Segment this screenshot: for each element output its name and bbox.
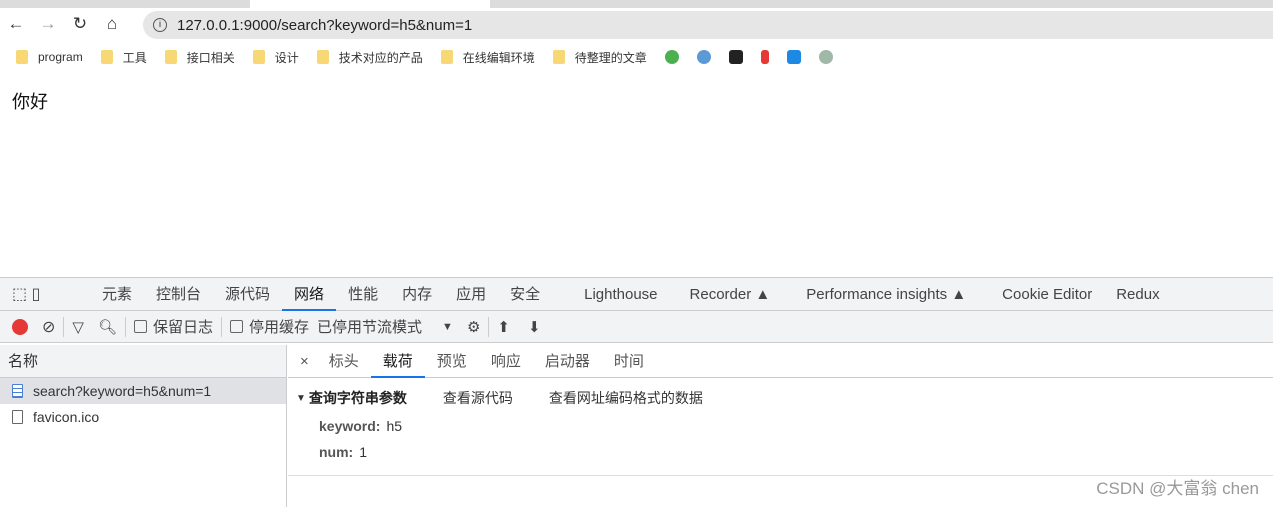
- bookmark-label: 工具: [122, 50, 147, 65]
- search-icon[interactable]: 🔍︎: [98, 318, 117, 336]
- tab-strip: [0, 0, 1273, 8]
- folder-icon: [164, 50, 177, 64]
- tab-performance[interactable]: 性能: [336, 278, 390, 311]
- tab-initiator[interactable]: 启动器: [533, 345, 602, 378]
- folder-icon: [100, 50, 113, 64]
- bookmark-label: 技术对应的产品: [338, 50, 423, 65]
- query-params-heading[interactable]: 查询字符串参数: [309, 388, 407, 408]
- devtools-tabs: ⬚ ▯ 元素 控制台 源代码 网络 性能 内存 应用 安全 Lighthouse…: [0, 278, 1273, 311]
- address-bar[interactable]: i 127.0.0.1:9000/search?keyword=h5&num=1: [143, 11, 1273, 39]
- bookmark-label: 接口相关: [186, 50, 235, 65]
- tab-preview[interactable]: 预览: [425, 345, 479, 378]
- extension-icon[interactable]: [696, 50, 711, 64]
- bookmark-label: 设计: [274, 50, 299, 65]
- request-name: search?keyword=h5&num=1: [33, 383, 212, 399]
- extension-icon[interactable]: [818, 50, 833, 64]
- request-list: 名称 search?keyword=h5&num=1 favicon.ico: [0, 345, 287, 507]
- filter-icon[interactable]: ▽: [72, 318, 84, 336]
- info-icon[interactable]: i: [153, 18, 167, 32]
- network-toolbar: ⊘ ▽ 🔍︎ 保留日志 停用缓存 已停用节流模式 ▼ ⚙ ⬆ ⬇: [0, 311, 1273, 343]
- bookmark-label: 在线编辑环境: [462, 50, 535, 65]
- param-row: keyword: h5: [296, 418, 1265, 434]
- tab-network[interactable]: 网络: [282, 278, 337, 311]
- bookmark-label: 待整理的文章: [574, 50, 647, 65]
- folder-icon: [316, 50, 329, 64]
- detail-tabs: × 标头 载荷 预览 响应 启动器 时间: [288, 345, 1273, 378]
- bookmark[interactable]: 待整理的文章: [552, 49, 647, 66]
- disable-cache-label: 停用缓存: [249, 319, 310, 336]
- payload-section: ▼ 查询字符串参数 查看源代码 查看网址编码格式的数据 keyword: h5 nu…: [288, 378, 1273, 470]
- tab-cookie-editor[interactable]: Cookie Editor: [990, 278, 1104, 311]
- nav-bar: ← → ↻ ⌂ i 127.0.0.1:9000/search?keyword=h…: [0, 8, 1273, 40]
- bookmarks-bar: program 工具 接口相关 设计 技术对应的产品 在线编辑环境 待整理的文章: [0, 44, 1273, 70]
- extension-icon[interactable]: [760, 50, 769, 64]
- name-column-header[interactable]: 名称: [0, 345, 286, 378]
- watermark: CSDN @大富翁 chen: [1096, 479, 1259, 498]
- throttling-select[interactable]: 已停用节流模式: [317, 316, 422, 337]
- devtools-panel: ⬚ ▯ 元素 控制台 源代码 网络 性能 内存 应用 安全 Lighthouse…: [0, 277, 1273, 507]
- close-icon[interactable]: ×: [288, 353, 317, 370]
- triangle-down-icon[interactable]: ▼: [296, 393, 306, 404]
- folder-icon: [16, 50, 28, 64]
- bookmark[interactable]: 工具: [100, 49, 147, 66]
- preserve-log-checkbox[interactable]: [134, 320, 147, 333]
- tab-redux[interactable]: Redux: [1104, 278, 1171, 311]
- back-icon[interactable]: ←: [0, 14, 32, 34]
- request-name: favicon.ico: [33, 409, 100, 425]
- param-row: num: 1: [296, 444, 1265, 460]
- request-row[interactable]: favicon.ico: [0, 404, 286, 430]
- tab-security[interactable]: 安全: [498, 278, 552, 311]
- disable-cache-checkbox[interactable]: [230, 320, 244, 333]
- forward-icon[interactable]: →: [32, 14, 64, 34]
- bookmark-label: program: [38, 50, 83, 64]
- folder-icon: [252, 50, 265, 64]
- tab-sources[interactable]: 源代码: [213, 278, 282, 311]
- folder-icon: [552, 50, 565, 64]
- tab-memory[interactable]: 内存: [390, 278, 444, 311]
- param-key: num:: [319, 444, 354, 460]
- active-tab[interactable]: [250, 0, 490, 8]
- tab-payload[interactable]: 载荷: [370, 345, 425, 378]
- network-conditions-icon[interactable]: ⚙: [467, 318, 480, 336]
- reload-icon[interactable]: ↻: [64, 14, 96, 34]
- bookmark[interactable]: program: [16, 50, 83, 64]
- file-icon: [12, 410, 23, 424]
- home-icon[interactable]: ⌂: [96, 14, 128, 34]
- download-icon[interactable]: ⬇: [528, 318, 541, 336]
- folder-icon: [440, 50, 453, 64]
- clear-icon[interactable]: ⊘: [42, 317, 55, 337]
- view-source-link[interactable]: 查看源代码: [443, 388, 513, 408]
- extension-icon[interactable]: [786, 50, 801, 64]
- param-key: keyword:: [319, 418, 381, 434]
- bookmark[interactable]: 在线编辑环境: [440, 49, 535, 66]
- page-text: 你好: [12, 92, 48, 112]
- tab-timing[interactable]: 时间: [602, 345, 656, 378]
- inspect-icon[interactable]: ⬚ ▯: [0, 284, 90, 304]
- bookmark[interactable]: 技术对应的产品: [316, 49, 423, 66]
- extension-icon[interactable]: [728, 50, 743, 64]
- document-icon: [12, 384, 23, 398]
- tab-response[interactable]: 响应: [479, 345, 533, 378]
- bookmark[interactable]: 接口相关: [164, 49, 235, 66]
- upload-icon[interactable]: ⬆: [497, 318, 510, 336]
- record-icon[interactable]: [12, 318, 28, 335]
- view-url-encoded-link[interactable]: 查看网址编码格式的数据: [549, 388, 703, 408]
- param-value: h5: [386, 418, 403, 434]
- bookmark[interactable]: 设计: [252, 49, 299, 66]
- tab-headers[interactable]: 标头: [317, 345, 371, 378]
- url-text[interactable]: 127.0.0.1:9000/search?keyword=h5&num=1: [177, 17, 472, 34]
- extension-icon[interactable]: [664, 50, 679, 64]
- tab-elements[interactable]: 元素: [90, 278, 144, 311]
- preserve-log-label: 保留日志: [153, 319, 214, 336]
- tab-recorder[interactable]: Recorder ▲: [678, 278, 783, 311]
- tab-performance-insights[interactable]: Performance insights ▲: [794, 278, 978, 311]
- tab-lighthouse[interactable]: Lighthouse: [572, 278, 669, 311]
- tab-console[interactable]: 控制台: [144, 278, 213, 311]
- param-value: 1: [359, 444, 368, 460]
- chevron-down-icon[interactable]: ▼: [442, 321, 453, 333]
- tab-application[interactable]: 应用: [444, 278, 498, 311]
- request-row[interactable]: search?keyword=h5&num=1: [0, 378, 286, 404]
